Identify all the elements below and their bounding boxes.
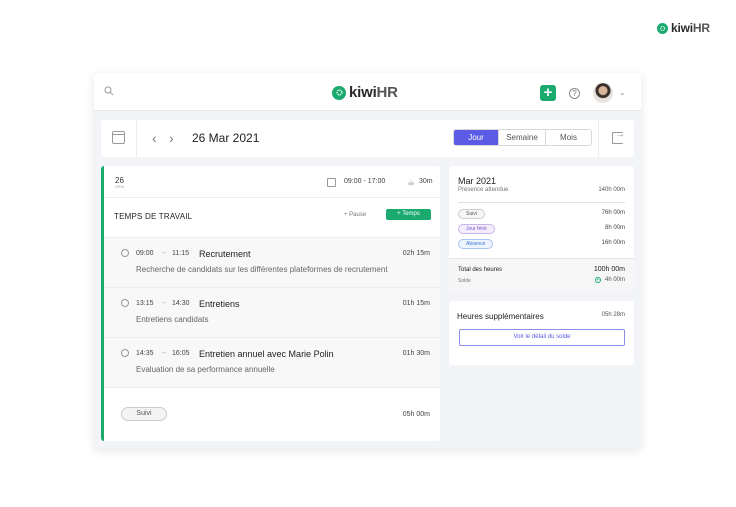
clock-icon	[121, 249, 129, 257]
top-bar: kiwiHR + ? ⌄	[94, 73, 641, 111]
view-switcher: Jour Semaine Mois	[453, 129, 592, 146]
coffee-icon: ☕	[407, 177, 416, 187]
chevron-down-icon[interactable]: ⌄	[619, 88, 626, 97]
tab-semaine[interactable]: Semaine	[499, 130, 546, 145]
time-entry[interactable]: 13:15 → 14:30 Entretiens 01h 15m Entreti…	[104, 287, 440, 337]
tag-suivi: Suivi	[458, 209, 485, 219]
entry-duration: 02h 15m	[402, 250, 430, 257]
overtime-card: Heures supplémentaires 05h 28m Voir le d…	[449, 301, 634, 365]
time-entry[interactable]: 09:00 → 11:15 Recrutement 02h 15m Recher…	[104, 237, 440, 287]
add-time-button[interactable]: + Temps	[386, 209, 431, 220]
divider	[458, 202, 625, 203]
summary-month: Mar 2021	[458, 176, 497, 186]
header-logo[interactable]: kiwiHR	[332, 84, 398, 101]
entry-activity: Entretiens	[199, 299, 240, 309]
overtime-value: 05h 28m	[601, 312, 625, 318]
entry-duration: 01h 15m	[402, 300, 430, 307]
entry-start: 13:15	[136, 300, 154, 307]
view-balance-button[interactable]: Voir le détail du solde	[459, 329, 625, 346]
brand-name: kiwi	[671, 21, 693, 35]
corner-logo: kiwiHR	[657, 21, 710, 35]
avatar[interactable]	[593, 83, 613, 103]
brand-suffix: HR	[376, 84, 398, 101]
arrow-right-icon: →	[160, 249, 167, 256]
entry-end: 16:05	[172, 350, 190, 357]
day-of-week: VEN	[115, 184, 125, 189]
add-pause-button[interactable]: + Pause	[344, 212, 366, 218]
arrow-right-icon: →	[160, 299, 167, 306]
chevron-left-icon[interactable]: ‹	[152, 130, 157, 146]
day-panel: 26 VEN 09:00 - 17:00 ☕ 30m TEMPS DE TRAV…	[101, 166, 440, 441]
total-value: 100h 00m	[593, 266, 625, 273]
entry-description: Recherche de candidats sur les différent…	[136, 265, 388, 274]
kiwi-logo-icon	[332, 85, 346, 100]
suivi-value: 76h 00m	[601, 210, 625, 216]
add-button[interactable]: +	[540, 85, 556, 101]
clock-icon	[121, 349, 129, 357]
current-date: 26 Mar 2021	[192, 131, 260, 145]
expected-value: 140h 00m	[598, 187, 625, 193]
section-title: TEMPS DE TRAVAIL	[114, 212, 193, 221]
export-icon[interactable]	[612, 129, 625, 144]
tab-mois[interactable]: Mois	[546, 130, 591, 145]
schedule-icon	[327, 178, 336, 187]
chevron-right-icon[interactable]: ›	[169, 130, 174, 146]
divider	[598, 120, 599, 157]
arrow-right-icon: →	[160, 349, 167, 356]
solde-value: 4h 00m	[604, 277, 625, 283]
month-summary: Mar 2021 Présence attendue 140h 00m Suiv…	[449, 166, 634, 291]
day-total: 05h 00m	[402, 411, 430, 418]
absence-value: 16h 00m	[601, 240, 625, 246]
entry-description: Entretiens candidats	[136, 315, 209, 324]
solde-label: Solde	[458, 278, 471, 284]
search-icon[interactable]	[104, 86, 114, 96]
divider	[104, 197, 440, 198]
entry-description: Evaluation de sa performance annuelle	[136, 365, 275, 374]
clock-icon	[121, 299, 129, 307]
overtime-title: Heures supplémentaires	[457, 312, 544, 321]
schedule-hours: 09:00 - 17:00	[344, 178, 386, 185]
calendar-icon[interactable]	[112, 131, 125, 144]
entry-start: 09:00	[136, 250, 154, 257]
entry-activity: Entretien annuel avec Marie Polin	[199, 349, 334, 359]
plus-circle-icon: +	[595, 277, 601, 283]
kiwi-logo-icon	[657, 22, 668, 34]
brand-suffix: HR	[692, 21, 710, 35]
entry-duration: 01h 30m	[402, 350, 430, 357]
pause-duration: 30m	[419, 178, 433, 185]
entry-end: 14:30	[172, 300, 190, 307]
tag-jour-ferie: Jour férié	[458, 224, 495, 234]
entry-activity: Recrutement	[199, 249, 251, 259]
plus-icon: +	[543, 84, 553, 101]
time-entry[interactable]: 14:35 → 16:05 Entretien annuel avec Mari…	[104, 337, 440, 387]
entry-end: 11:15	[172, 250, 189, 257]
entry-start: 14:35	[136, 350, 154, 357]
summary-footer: Total des heures 100h 00m Solde + 4h 00m	[449, 258, 634, 291]
status-badge: Suivi	[121, 407, 167, 421]
jour-ferie-value: 8h 00m	[604, 225, 625, 231]
tag-absence: Absence	[458, 239, 494, 249]
date-bar: ‹ › 26 Mar 2021 Jour Semaine Mois	[101, 120, 634, 157]
total-label: Total des heures	[458, 267, 503, 273]
tab-jour[interactable]: Jour	[454, 130, 499, 145]
app-window: kiwiHR + ? ⌄ ‹ › 26 Mar 2021 Jour Semain…	[94, 73, 641, 449]
divider	[104, 387, 440, 388]
help-icon[interactable]: ?	[569, 88, 580, 99]
expected-label: Présence attendue	[458, 187, 509, 193]
brand-name: kiwi	[349, 84, 377, 101]
divider	[136, 120, 137, 157]
